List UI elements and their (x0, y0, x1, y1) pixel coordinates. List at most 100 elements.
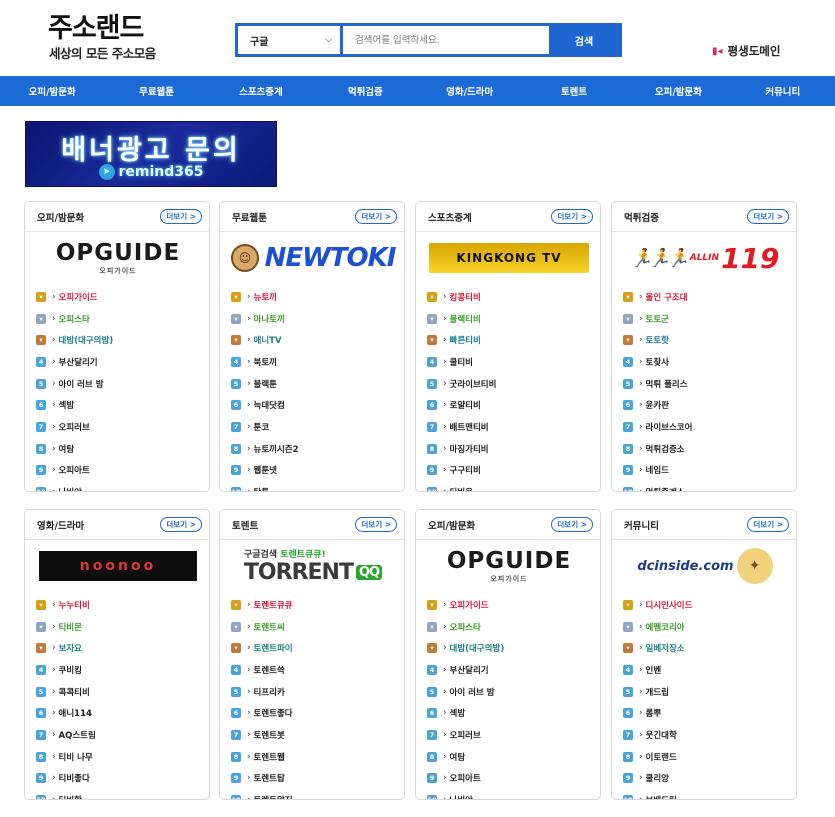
list-item[interactable]: ▾ › 대밤(대구의밤) (36, 329, 202, 351)
list-item[interactable]: 8 › 이토랜드 (623, 746, 789, 768)
site-logo-title[interactable]: 주소랜드 (48, 6, 144, 45)
list-item[interactable]: ▾ › 토토핫 (623, 329, 789, 351)
card-logo[interactable]: noonoo (35, 546, 201, 586)
list-item[interactable]: 8 › 마징가티비 (427, 438, 593, 460)
list-item[interactable]: 10 ›티비온 (427, 481, 593, 491)
list-item[interactable]: 5 › 블랙툰 (231, 373, 397, 395)
list-item[interactable]: 6 › 롬뿌 (623, 702, 789, 724)
list-item[interactable]: 9 › 티비좋다 (36, 768, 202, 790)
list-item[interactable]: 5 › 콕콕티비 (36, 681, 202, 703)
list-item[interactable]: 6 › 로얄티비 (427, 394, 593, 416)
search-button[interactable]: 검색 (549, 26, 619, 54)
list-item[interactable]: ▾ › 토토군 (623, 308, 789, 330)
card-logo[interactable]: 🏃🏃🏃 ALLIN 119 (622, 238, 788, 278)
list-item[interactable]: 10 ›먹튀중계소 (623, 481, 789, 491)
list-item[interactable]: ▾ › 대밤(대구의밤) (427, 637, 593, 659)
list-item[interactable]: 8 › 뉴토끼시즌2 (231, 438, 397, 460)
list-item[interactable]: ▾ › 보자요 (36, 637, 202, 659)
list-item[interactable]: ▾ › 블랙티비 (427, 308, 593, 330)
list-item[interactable]: 4 › 부산달리기 (36, 351, 202, 373)
list-item[interactable]: 7 › 배트맨티비 (427, 416, 593, 438)
list-item[interactable]: 4 › 쿨티비 (427, 351, 593, 373)
nav-item-webtoon[interactable]: 무료웹툰 (104, 76, 208, 106)
card-logo[interactable]: 구글검색 토렌트큐큐! TORRENT QQ (230, 546, 396, 586)
list-item[interactable]: ▾ › 올인 구조대 (623, 286, 789, 308)
list-item[interactable]: 8 › 먹튀검증소 (623, 438, 789, 460)
nav-item-op-2[interactable]: 오피/밤문화 (626, 76, 730, 106)
card-logo[interactable]: KINGKONG TV (426, 238, 592, 278)
nav-item-verify[interactable]: 먹튀검증 (313, 76, 417, 106)
list-item[interactable]: 8 › 티비 나무 (36, 746, 202, 768)
list-item[interactable]: 5 › 개드립 (623, 681, 789, 703)
list-item[interactable]: 6 › 윤카판 (623, 394, 789, 416)
list-item[interactable]: 6 › 섹밤 (36, 394, 202, 416)
search-input[interactable] (343, 26, 549, 54)
list-item[interactable]: ▾ › 오피가이드 (427, 594, 593, 616)
list-item[interactable]: 9 › 오피아트 (36, 460, 202, 482)
list-item[interactable]: 10 ›나비야 (36, 481, 202, 491)
list-item[interactable]: 7 › AQ스트림 (36, 724, 202, 746)
list-item[interactable]: ▾ › 토렌트큐큐 (231, 594, 397, 616)
list-item[interactable]: 10 ›토렌트알지 (231, 789, 397, 799)
list-item[interactable]: 5 › 아이 러브 밤 (36, 373, 202, 395)
list-item[interactable]: 4 › 부산달리기 (427, 659, 593, 681)
nav-item-sports[interactable]: 스포츠중계 (209, 76, 313, 106)
list-item[interactable]: 6 › 토렌트좋다 (231, 702, 397, 724)
card-logo[interactable]: dcinside.com ✦ (622, 546, 788, 586)
more-button[interactable]: 더보기 > (551, 209, 593, 224)
list-item[interactable]: 4 › 북토끼 (231, 351, 397, 373)
more-button[interactable]: 더보기 > (747, 517, 789, 532)
list-item[interactable]: 7 › 툰코 (231, 416, 397, 438)
list-item[interactable]: 6 › 애니114 (36, 702, 202, 724)
more-button[interactable]: 더보기 > (355, 209, 397, 224)
list-item[interactable]: 10 ›티비핫 (36, 789, 202, 799)
list-item[interactable]: 10 ›보배드림 (623, 789, 789, 799)
more-button[interactable]: 더보기 > (551, 517, 593, 532)
list-item[interactable]: ▾ › 오피스타 (427, 616, 593, 638)
list-item[interactable]: 7 › 오피러브 (427, 724, 593, 746)
list-item[interactable]: 10 ›나비야 (427, 789, 593, 799)
list-item[interactable]: 9 › 웹툰넷 (231, 460, 397, 482)
list-item[interactable]: 6 › 섹밤 (427, 702, 593, 724)
nav-item-movie[interactable]: 영화/드라마 (418, 76, 522, 106)
list-item[interactable]: 7 › 라이브스코어 (623, 416, 789, 438)
nav-item-op[interactable]: 오피/밤문화 (0, 76, 104, 106)
list-item[interactable]: ▾ › 디시인사이드 (623, 594, 789, 616)
list-item[interactable]: 9 › 쿨리앙 (623, 768, 789, 790)
list-item[interactable]: 9 › 오피아트 (427, 768, 593, 790)
list-item[interactable]: 8 › 토렌트웹 (231, 746, 397, 768)
list-item[interactable]: ▾ › 킹콩티비 (427, 286, 593, 308)
list-item[interactable]: 4 › 쿠비킹 (36, 659, 202, 681)
list-item[interactable]: 5 › 먹튀 폴리스 (623, 373, 789, 395)
list-item[interactable]: 5 › 굿라이브티비 (427, 373, 593, 395)
list-item[interactable]: ▾ › 티비몬 (36, 616, 202, 638)
search-engine-select[interactable]: 구글 ⌵ (238, 26, 343, 54)
list-item[interactable]: 6 › 늑대닷컴 (231, 394, 397, 416)
more-button[interactable]: 더보기 > (160, 209, 202, 224)
list-item[interactable]: 7 › 토렌트봇 (231, 724, 397, 746)
card-logo[interactable]: ☺ NEWTOKI (230, 238, 396, 278)
list-item[interactable]: ▾ › 뉴토끼 (231, 286, 397, 308)
list-item[interactable]: ▾ › 애니TV (231, 329, 397, 351)
list-item[interactable]: 9 › 구구티비 (427, 460, 593, 482)
list-item[interactable]: 9 › 토렌트탑 (231, 768, 397, 790)
list-item[interactable]: 9 › 네임드 (623, 460, 789, 482)
card-logo[interactable]: OPGUIDE 오피가이드 (426, 546, 592, 586)
list-item[interactable]: ▾ › 일베저장소 (623, 637, 789, 659)
list-item[interactable]: ▾ › 에펨코리아 (623, 616, 789, 638)
card-logo[interactable]: OPGUIDE 오피가이드 (35, 238, 201, 278)
list-item[interactable]: ▾ › 누누티비 (36, 594, 202, 616)
list-item[interactable]: 8 › 여탐 (427, 746, 593, 768)
more-button[interactable]: 더보기 > (355, 517, 397, 532)
list-item[interactable]: ▾ › 마나토끼 (231, 308, 397, 330)
list-item[interactable]: ▾ › 오피가이드 (36, 286, 202, 308)
list-item[interactable]: 4 › 토렌트쓱 (231, 659, 397, 681)
list-item[interactable]: 10 ›탐툰 (231, 481, 397, 491)
list-item[interactable]: 4 › 인벤 (623, 659, 789, 681)
nav-item-community[interactable]: 커뮤니티 (731, 76, 835, 106)
list-item[interactable]: 8 › 여탐 (36, 438, 202, 460)
list-item[interactable]: 5 › 아이 러브 밤 (427, 681, 593, 703)
list-item[interactable]: 7 › 오피러브 (36, 416, 202, 438)
permanent-domain-link[interactable]: ▮◂ 평생도메인 (712, 43, 780, 59)
list-item[interactable]: 5 › 티프리카 (231, 681, 397, 703)
